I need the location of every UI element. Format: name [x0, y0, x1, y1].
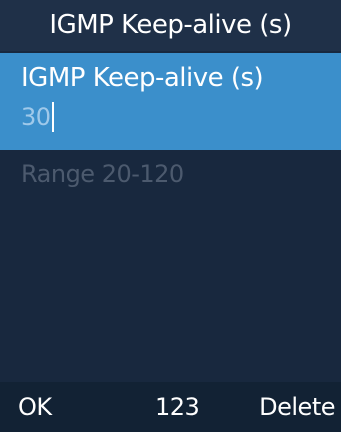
- field-value-row[interactable]: 30: [21, 100, 54, 134]
- keepalive-input-field[interactable]: IGMP Keep-alive (s) 30: [0, 53, 341, 150]
- screen-title: IGMP Keep-alive (s): [0, 0, 341, 51]
- field-label: IGMP Keep-alive (s): [21, 63, 264, 93]
- text-cursor: [51, 102, 54, 132]
- keepalive-value-input[interactable]: 30: [21, 103, 51, 131]
- input-mode-softkey[interactable]: 123: [155, 382, 200, 432]
- range-hint: Range 20-120: [21, 160, 184, 188]
- softkey-bar: OK 123 Delete: [0, 382, 341, 432]
- delete-softkey[interactable]: Delete: [259, 382, 335, 432]
- ok-softkey[interactable]: OK: [18, 382, 52, 432]
